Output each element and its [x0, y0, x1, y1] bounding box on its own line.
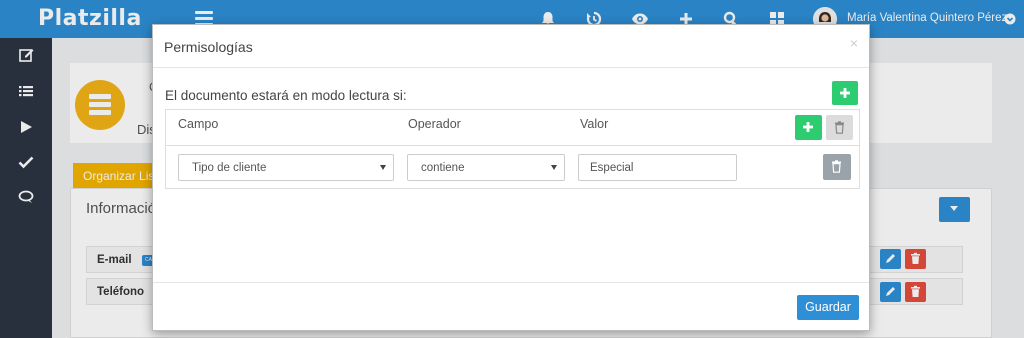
column-header-value: Valor [580, 117, 609, 131]
table-header-divider [166, 145, 859, 146]
rule-description: El documento estará en modo lectura si: [165, 88, 407, 103]
delete-condition-button[interactable] [823, 154, 851, 180]
column-header-field: Campo [178, 117, 219, 131]
field-select-value: Tipo de cliente [192, 162, 267, 174]
value-input-text: Especial [590, 162, 634, 174]
operator-select[interactable]: contiene [407, 154, 565, 181]
field-select[interactable]: Tipo de cliente [178, 154, 394, 181]
permissions-modal: Permisologías × El documento estará en m… [152, 24, 870, 331]
conditions-table: Campo Operador Valor Tipo de cliente con… [165, 109, 860, 189]
delete-all-conditions-button[interactable] [826, 115, 853, 140]
column-header-operator: Operador [408, 117, 461, 131]
save-button[interactable]: Guardar [797, 295, 859, 320]
add-condition-button[interactable] [795, 115, 822, 140]
modal-title: Permisologías [164, 39, 253, 55]
chevron-down-icon [380, 165, 386, 170]
operator-select-value: contiene [421, 162, 465, 174]
modal-header-divider [153, 67, 869, 68]
chevron-down-icon [551, 165, 557, 170]
value-input[interactable]: Especial [578, 154, 737, 181]
modal-footer-divider [153, 282, 869, 283]
close-icon[interactable]: × [850, 35, 858, 51]
add-condition-group-button[interactable] [832, 81, 858, 105]
